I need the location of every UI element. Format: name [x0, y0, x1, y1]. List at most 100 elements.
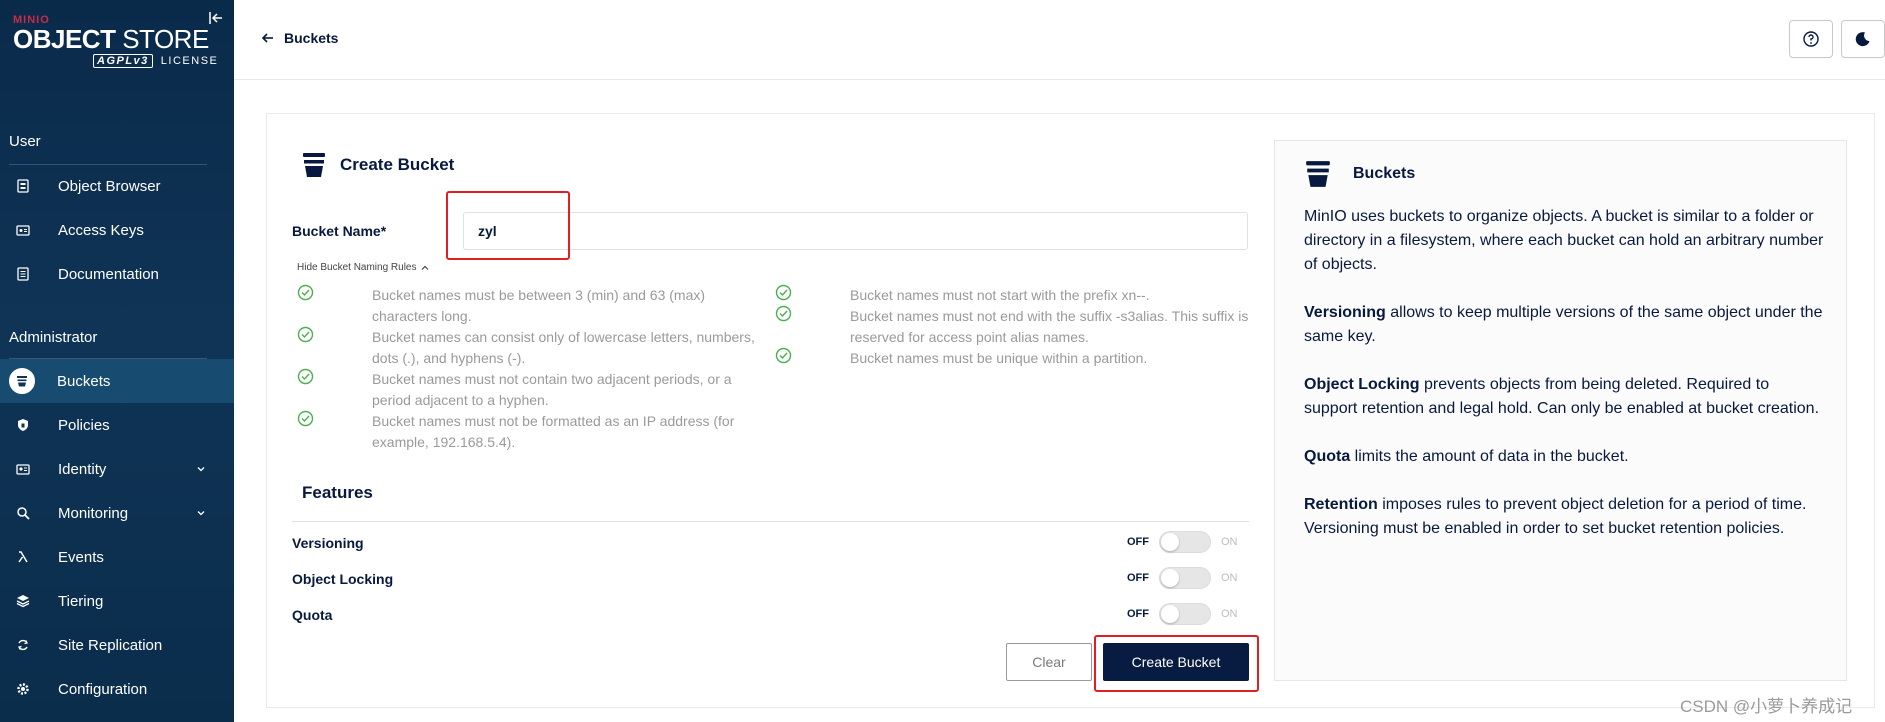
help-panel: Buckets MinIO uses buckets to organize o… — [1274, 140, 1847, 681]
sidebar-item-label: Monitoring — [58, 504, 129, 522]
sidebar-item-object-browser[interactable]: Object Browser — [0, 164, 234, 208]
watermark: CSDN @小萝卜养成记 — [1680, 697, 1853, 716]
sidebar-item-monitoring[interactable]: Monitoring — [0, 491, 234, 535]
moon-icon — [1855, 32, 1870, 47]
sidebar: MINIO OBJECT STORE AGPLv3 LICENSE User Ob… — [0, 0, 234, 722]
gear-icon — [13, 679, 33, 699]
replication-icon — [13, 635, 33, 655]
help-title: Buckets — [1353, 165, 1416, 182]
help-button[interactable] — [1789, 20, 1833, 58]
sidebar-item-configuration[interactable]: Configuration — [0, 667, 234, 711]
check-circle-icon — [297, 326, 314, 343]
user-section-title: User — [9, 133, 41, 150]
sidebar-item-label: Documentation — [58, 265, 159, 283]
sidebar-item-access-keys[interactable]: Access Keys — [0, 208, 234, 252]
question-icon — [1803, 31, 1819, 47]
help-text: limits the amount of data in the bucket. — [1350, 448, 1629, 465]
object-browser-icon — [13, 176, 33, 196]
logo-object-text: OBJECT — [13, 24, 116, 54]
quota-label: Quota — [292, 607, 333, 623]
create-bucket-title: Create Bucket — [340, 155, 455, 174]
toggle-on-label: ON — [1221, 536, 1238, 548]
object-locking-label: Object Locking — [292, 571, 394, 587]
help-quota: Quota limits the amount of data in the b… — [1304, 445, 1824, 469]
toggle-knob — [1161, 605, 1179, 623]
highlight-annotation — [446, 191, 570, 260]
check-circle-icon — [297, 284, 314, 301]
hide-naming-rules-toggle[interactable]: Hide Bucket Naming Rules — [297, 262, 429, 273]
documentation-icon — [13, 264, 33, 284]
help-text: imposes rules to prevent object deletion… — [1304, 496, 1807, 537]
collapse-sidebar-icon[interactable] — [208, 10, 224, 26]
sidebar-item-label: Site Replication — [58, 636, 163, 654]
chevron-down-icon[interactable] — [196, 508, 206, 518]
features-divider — [292, 521, 1249, 522]
check-circle-icon — [297, 410, 314, 427]
sidebar-item-buckets[interactable]: Buckets — [0, 359, 234, 403]
bucket-name-input[interactable] — [463, 212, 1248, 250]
monitoring-icon — [13, 503, 33, 523]
toggle-off-label: OFF — [1127, 572, 1149, 584]
object-locking-toggle[interactable]: OFF ON — [1127, 567, 1238, 589]
toggle-knob — [1161, 569, 1179, 587]
help-retention: Retention imposes rules to prevent objec… — [1304, 493, 1824, 541]
sidebar-item-label: Identity — [58, 460, 107, 478]
dark-mode-button[interactable] — [1841, 20, 1885, 58]
admin-section-title: Administrator — [9, 329, 98, 346]
page-header: Buckets — [234, 0, 1885, 80]
toggle-on-label: ON — [1221, 572, 1238, 584]
naming-rule: Bucket names must not contain two adjace… — [372, 371, 732, 408]
quota-toggle[interactable]: OFF ON — [1127, 603, 1238, 625]
tiering-icon — [13, 591, 33, 611]
help-term: Versioning — [1304, 304, 1386, 321]
naming-rule: Bucket names can consist only of lowerca… — [372, 329, 755, 366]
naming-rule: Bucket names must be unique within a par… — [850, 350, 1148, 366]
toggle-track[interactable] — [1159, 567, 1211, 589]
sidebar-item-policies[interactable]: Policies — [0, 403, 234, 447]
chevron-up-icon — [421, 265, 428, 270]
toggle-on-label: ON — [1221, 608, 1238, 620]
clear-button[interactable]: Clear — [1006, 643, 1092, 681]
sidebar-item-events[interactable]: Events — [0, 535, 234, 579]
help-object-locking: Object Locking prevents objects from bei… — [1304, 373, 1824, 421]
help-term: Retention — [1304, 496, 1378, 513]
sidebar-item-documentation[interactable]: Documentation — [0, 252, 234, 296]
bucket-name-label: Bucket Name* — [292, 223, 387, 239]
sidebar-item-tiering[interactable]: Tiering — [0, 579, 234, 623]
sidebar-item-site-replication[interactable]: Site Replication — [0, 623, 234, 667]
bucket-icon — [1306, 161, 1330, 187]
logo-agpl-badge: AGPLv3 — [93, 54, 153, 68]
sidebar-item-identity[interactable]: Identity — [0, 447, 234, 491]
check-circle-icon — [775, 284, 792, 301]
toggle-track[interactable] — [1159, 603, 1211, 625]
sidebar-item-label: Buckets — [57, 372, 111, 390]
features-title: Features — [302, 483, 373, 502]
access-keys-icon — [13, 220, 33, 240]
arrow-left-icon — [262, 33, 273, 43]
logo-license-text: LICENSE — [160, 55, 219, 67]
toggle-knob — [1161, 533, 1179, 551]
help-term: Quota — [1304, 448, 1351, 465]
check-circle-icon — [297, 368, 314, 385]
naming-rule: Bucket names must not start with the pre… — [850, 287, 1150, 303]
help-intro: MinIO uses buckets to organize objects. … — [1304, 208, 1824, 273]
chevron-down-icon[interactable] — [196, 464, 206, 474]
form-title: Create Bucket — [302, 152, 454, 178]
minio-logo: MINIO OBJECT STORE AGPLv3 LICENSE — [13, 14, 218, 68]
sidebar-item-label: Policies — [58, 416, 110, 434]
help-versioning: Versioning allows to keep multiple versi… — [1304, 301, 1824, 349]
hide-naming-rules-label: Hide Bucket Naming Rules — [297, 262, 417, 273]
help-term: Object Locking — [1304, 376, 1420, 393]
naming-rule: Bucket names must be between 3 (min) and… — [372, 287, 706, 324]
bucket-icon — [303, 153, 325, 177]
toggle-track[interactable] — [1159, 531, 1211, 553]
bucket-icon — [9, 368, 35, 394]
versioning-label: Versioning — [292, 535, 364, 551]
versioning-toggle[interactable]: OFF ON — [1127, 531, 1238, 553]
policies-icon — [13, 415, 33, 435]
lambda-icon — [13, 547, 33, 567]
sidebar-item-label: Object Browser — [58, 177, 161, 195]
sidebar-item-label: Configuration — [58, 680, 148, 698]
back-to-buckets-link[interactable]: Buckets — [262, 30, 338, 46]
naming-rule: Bucket names must not end with the suffi… — [850, 308, 1249, 345]
